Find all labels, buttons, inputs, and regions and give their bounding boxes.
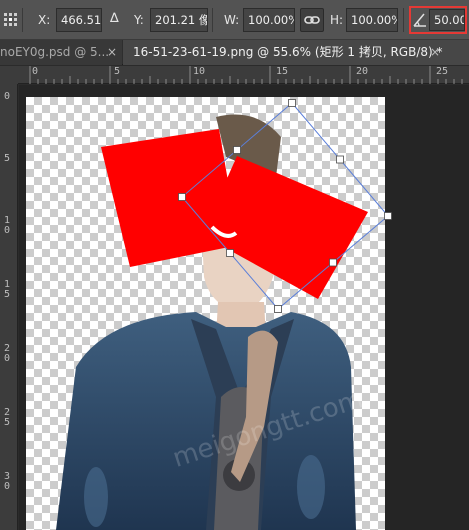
transform-handle[interactable] [384, 212, 392, 220]
transform-handle[interactable] [336, 155, 344, 164]
transform-overlay: meigongtt.com [169, 99, 392, 474]
transform-handle[interactable] [178, 193, 186, 201]
transform-handle[interactable] [329, 258, 337, 267]
transform-bounding-box[interactable] [181, 102, 389, 310]
transform-handle[interactable] [288, 99, 296, 107]
transform-handle[interactable] [226, 249, 234, 257]
transform-handle[interactable] [274, 305, 282, 313]
watermark-text: meigongtt.com [169, 384, 367, 474]
transform-handle[interactable] [233, 146, 241, 154]
